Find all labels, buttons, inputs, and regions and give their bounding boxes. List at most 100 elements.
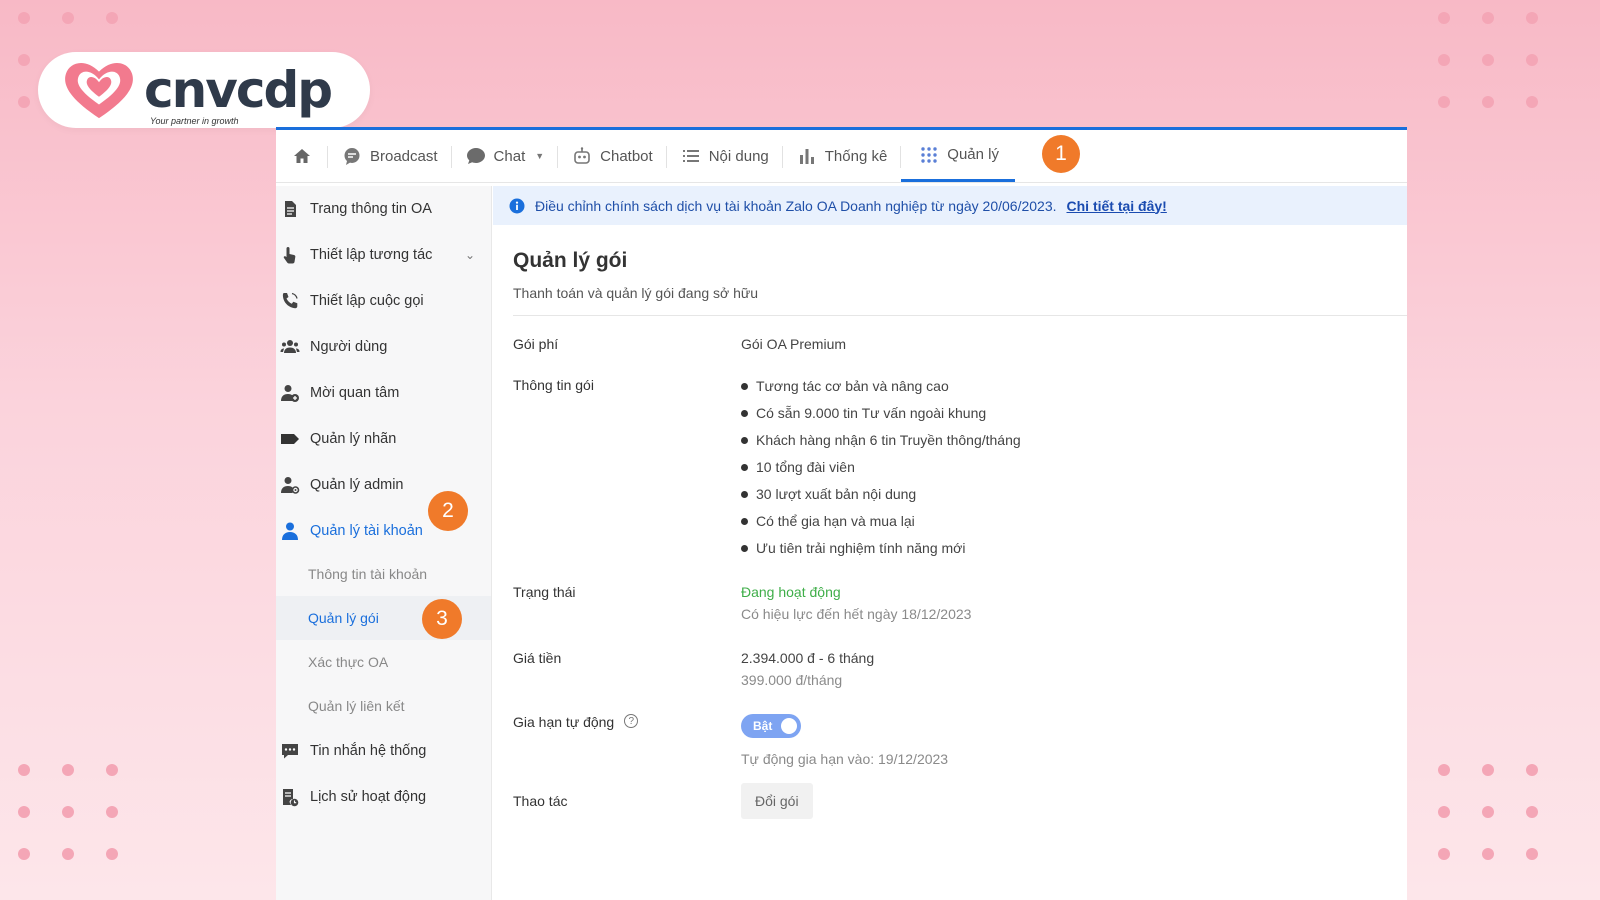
- user-icon: [282, 522, 298, 540]
- nav-chatbot-label: Chatbot: [600, 147, 653, 165]
- sidebar-subitem-label: Xác thực OA: [308, 654, 389, 670]
- status-label: Trạng thái: [513, 584, 576, 600]
- list-item: 10 tổng đài viên: [741, 458, 1021, 485]
- package-fee-value: Gói OA Premium: [741, 336, 847, 352]
- sidebar-item-account[interactable]: Quản lý tài khoản 2: [276, 491, 491, 554]
- brand-logo: cnvcdp Your partner in growth: [38, 52, 370, 128]
- status-value: Đang hoạt động: [741, 584, 841, 600]
- row-package-info: Thông tin gói Tương tác cơ bản và nâng c…: [513, 377, 1407, 566]
- nav-broadcast[interactable]: Broadcast: [328, 130, 452, 182]
- sidebar-item-label: Trang thông tin OA: [310, 201, 432, 217]
- sidebar-item-oa-info[interactable]: Trang thông tin OA: [276, 186, 491, 232]
- nav-broadcast-label: Broadcast: [370, 147, 438, 165]
- info-icon: [509, 198, 525, 213]
- hand-pointer-icon: [283, 247, 296, 264]
- list-item: Khách hàng nhận 6 tin Truyền thông/tháng: [741, 431, 1021, 458]
- user-gear-icon: [281, 477, 300, 494]
- row-status: Trạng thái Đang hoạt động Có hiệu lực đế…: [513, 584, 1407, 622]
- users-icon: [280, 340, 300, 353]
- sidebar-item-label: Quản lý tài khoản: [310, 523, 423, 539]
- sidebar-item-label: Thiết lập tương tác: [310, 247, 433, 263]
- document-icon: [285, 201, 296, 217]
- broadcast-icon: [344, 148, 360, 165]
- heart-icon: [65, 62, 133, 119]
- sidebar-item-label: Mời quan tâm: [310, 385, 400, 401]
- package-fee-label: Gói phí: [513, 336, 559, 352]
- row-action: Thao tác Đổi gói: [513, 783, 1407, 819]
- sidebar-item-interaction[interactable]: Thiết lập tương tác ⌄: [276, 232, 491, 278]
- main-content: Điều chỉnh chính sách dịch vụ tài khoản …: [493, 186, 1407, 900]
- status-note: Có hiệu lực đến hết ngày 18/12/2023: [741, 606, 972, 622]
- sidebar-item-call-settings[interactable]: Thiết lập cuộc gọi: [276, 278, 491, 324]
- action-label: Thao tác: [513, 793, 568, 809]
- decor-dots-bottom-right: [1438, 764, 1570, 890]
- nav-chat[interactable]: Chat ▼: [452, 130, 559, 182]
- package-info-label: Thông tin gói: [513, 377, 594, 393]
- change-package-button[interactable]: Đổi gói: [741, 783, 813, 819]
- chevron-down-icon: ▼: [535, 151, 545, 161]
- sidebar-subitem-links[interactable]: Quản lý liên kết: [276, 684, 491, 728]
- user-add-icon: [281, 385, 299, 402]
- nav-manage-label: Quản lý: [947, 146, 999, 163]
- sidebar: Trang thông tin OA Thiết lập tương tác ⌄…: [276, 186, 492, 900]
- top-navigation: Broadcast Chat ▼ Chatbot Nội dung Thống …: [276, 130, 1407, 183]
- sidebar-item-activity-history[interactable]: Lịch sử hoạt động: [276, 774, 491, 820]
- list-icon: [682, 150, 699, 162]
- sidebar-subitem-label: Thông tin tài khoản: [308, 566, 428, 582]
- sidebar-item-labels[interactable]: Quản lý nhãn: [276, 416, 491, 462]
- nav-content[interactable]: Nội dung: [667, 130, 783, 182]
- sidebar-item-system-messages[interactable]: Tin nhắn hệ thống: [276, 728, 491, 774]
- row-price: Giá tiền 2.394.000 đ - 6 tháng 399.000 đ…: [513, 650, 1407, 688]
- notice-text: Điều chỉnh chính sách dịch vụ tài khoản …: [535, 197, 1057, 214]
- grid-icon: [921, 146, 937, 163]
- step-badge-2: 2: [428, 491, 468, 531]
- tag-icon: [281, 434, 299, 444]
- sidebar-item-label: Quản lý nhãn: [310, 431, 397, 447]
- sidebar-subitem-package[interactable]: Quản lý gói 3: [276, 596, 491, 640]
- robot-icon: [574, 147, 590, 164]
- sidebar-subitem-account-info[interactable]: Thông tin tài khoản: [276, 552, 491, 596]
- bar-chart-icon: [799, 149, 814, 164]
- sidebar-item-label: Lịch sử hoạt động: [310, 789, 427, 805]
- auto-renew-note: Tự động gia hạn vào: 19/12/2023: [741, 751, 949, 767]
- help-icon[interactable]: ?: [624, 714, 639, 728]
- message-icon: [282, 744, 298, 759]
- phone-icon: [282, 292, 298, 309]
- step-badge-3: 3: [422, 599, 462, 639]
- nav-manage[interactable]: Quản lý: [901, 130, 1015, 182]
- price-note: 399.000 đ/tháng: [741, 672, 843, 688]
- chevron-down-icon[interactable]: ⌄: [465, 248, 475, 262]
- sidebar-subitem-verify-oa[interactable]: Xác thực OA: [276, 640, 491, 684]
- nav-chat-label: Chat: [493, 147, 526, 165]
- home-icon: [294, 149, 310, 163]
- sidebar-item-label: Thiết lập cuộc gọi: [310, 293, 424, 309]
- sidebar-subitem-label: Quản lý liên kết: [308, 698, 405, 714]
- sidebar-item-label: Người dùng: [310, 339, 388, 355]
- sidebar-item-users[interactable]: Người dùng: [276, 324, 491, 370]
- row-package-fee: Gói phí Gói OA Premium: [513, 336, 1407, 352]
- brand-tagline: Your partner in growth: [150, 116, 239, 126]
- chat-bubble-icon: [466, 148, 485, 164]
- list-item: 30 lượt xuất bản nội dung: [741, 485, 1021, 512]
- list-item: Ưu tiên trải nghiệm tính năng mới: [741, 539, 1021, 566]
- page-subtitle: Thanh toán và quản lý gói đang sở hữu: [513, 285, 1407, 316]
- app-window: Broadcast Chat ▼ Chatbot Nội dung Thống …: [276, 127, 1407, 900]
- price-value: 2.394.000 đ - 6 tháng: [741, 650, 875, 666]
- nav-chatbot[interactable]: Chatbot: [558, 130, 667, 182]
- page-title: Quản lý gói: [513, 249, 628, 272]
- auto-renew-toggle[interactable]: Bật: [741, 714, 801, 738]
- row-auto-renew: Gia hạn tự động ? Bật Tự động gia hạn và…: [513, 714, 1407, 767]
- nav-stats[interactable]: Thống kê: [783, 130, 902, 182]
- sidebar-item-invite[interactable]: Mời quan tâm: [276, 370, 491, 416]
- sidebar-item-label: Tin nhắn hệ thống: [310, 743, 427, 759]
- sidebar-subitem-label: Quản lý gói: [308, 610, 379, 626]
- history-document-icon: [283, 789, 299, 807]
- decor-dots-top-right: [1438, 12, 1570, 138]
- list-item: Có thể gia hạn và mua lại: [741, 512, 1021, 539]
- sidebar-item-label: Quản lý admin: [310, 477, 404, 493]
- decor-dots-bottom-left: [18, 764, 150, 890]
- notice-detail-link[interactable]: Chi tiết tại đây!: [1067, 198, 1167, 214]
- nav-home[interactable]: [276, 130, 328, 182]
- auto-renew-label: Gia hạn tự động: [513, 714, 615, 730]
- nav-content-label: Nội dung: [708, 147, 769, 165]
